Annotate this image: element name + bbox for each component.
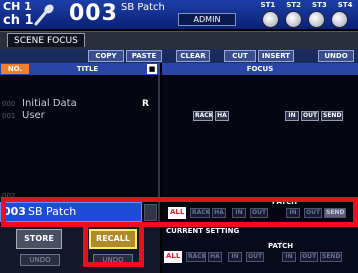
read-only-flag: R bbox=[142, 99, 149, 109]
send-focus-toggle[interactable]: SEND bbox=[321, 111, 343, 121]
st1-knob-icon[interactable] bbox=[262, 11, 279, 28]
current-scene-number: 003 bbox=[69, 1, 118, 26]
microphone-icon bbox=[32, 3, 56, 27]
number-sort-button[interactable]: NO. bbox=[1, 64, 29, 74]
out-focus-toggle[interactable]: OUT bbox=[301, 111, 319, 121]
list-item[interactable]: 000 Initial Data R bbox=[0, 98, 160, 110]
clear-button[interactable]: CLEAR bbox=[176, 50, 210, 62]
current-rack-toggle[interactable]: RACK bbox=[186, 252, 206, 262]
rack-focus-toggle[interactable]: RACK bbox=[193, 111, 213, 121]
st3-knob-icon[interactable] bbox=[308, 11, 325, 28]
st4-label: ST4 bbox=[337, 1, 353, 9]
current-in-toggle-2[interactable]: IN bbox=[282, 252, 296, 262]
highlight-selected-row bbox=[1, 197, 358, 227]
undo-toolbar-button[interactable]: UNDO bbox=[318, 50, 354, 62]
channel-name: ch 1 bbox=[3, 13, 34, 28]
copy-button[interactable]: COPY bbox=[88, 50, 124, 62]
store-button[interactable]: STORE bbox=[16, 229, 62, 249]
paste-button[interactable]: PASTE bbox=[126, 50, 162, 62]
focus-header: FOCUS bbox=[162, 63, 358, 75]
scene-number: 001 bbox=[2, 112, 16, 120]
lock-icon[interactable]: ■ bbox=[147, 64, 157, 74]
current-send-toggle[interactable]: SEND bbox=[320, 252, 342, 262]
st-labels: ST1 ST2 ST3 ST4 bbox=[255, 1, 358, 11]
highlight-recall-button bbox=[83, 222, 144, 267]
current-in-toggle[interactable]: IN bbox=[228, 252, 242, 262]
current-scene-title: SB Patch bbox=[121, 2, 165, 13]
st1-label: ST1 bbox=[260, 1, 276, 9]
scene-title: User bbox=[22, 110, 45, 121]
st2-knob-icon[interactable] bbox=[285, 11, 302, 28]
current-patch-label: PATCH bbox=[268, 242, 294, 250]
st3-label: ST3 bbox=[312, 1, 327, 9]
st4-knob-icon[interactable] bbox=[331, 11, 348, 28]
scene-title: Initial Data bbox=[22, 98, 77, 109]
current-out-toggle[interactable]: OUT bbox=[246, 252, 264, 262]
insert-button[interactable]: INSERT bbox=[258, 50, 294, 62]
ha-focus-toggle[interactable]: HA bbox=[215, 111, 229, 121]
current-out-toggle-2[interactable]: OUT bbox=[300, 252, 318, 262]
in-focus-toggle[interactable]: IN bbox=[285, 111, 299, 121]
cut-button[interactable]: CUT bbox=[224, 50, 256, 62]
access-level-badge[interactable]: ADMIN bbox=[178, 13, 236, 26]
channel-label: CH 1 bbox=[3, 0, 32, 13]
title-column-header[interactable]: TITLE bbox=[30, 64, 145, 74]
scene-number: 000 bbox=[2, 100, 16, 108]
current-setting-label: CURRENT SETTING bbox=[166, 227, 240, 235]
window-title: SCENE FOCUS bbox=[7, 33, 85, 47]
store-undo-button[interactable]: UNDO bbox=[20, 254, 60, 266]
st2-label: ST2 bbox=[286, 1, 301, 9]
current-all-toggle[interactable]: ALL bbox=[164, 251, 182, 263]
list-item[interactable]: 001 User bbox=[0, 110, 160, 122]
current-ha-toggle[interactable]: HA bbox=[208, 252, 222, 262]
